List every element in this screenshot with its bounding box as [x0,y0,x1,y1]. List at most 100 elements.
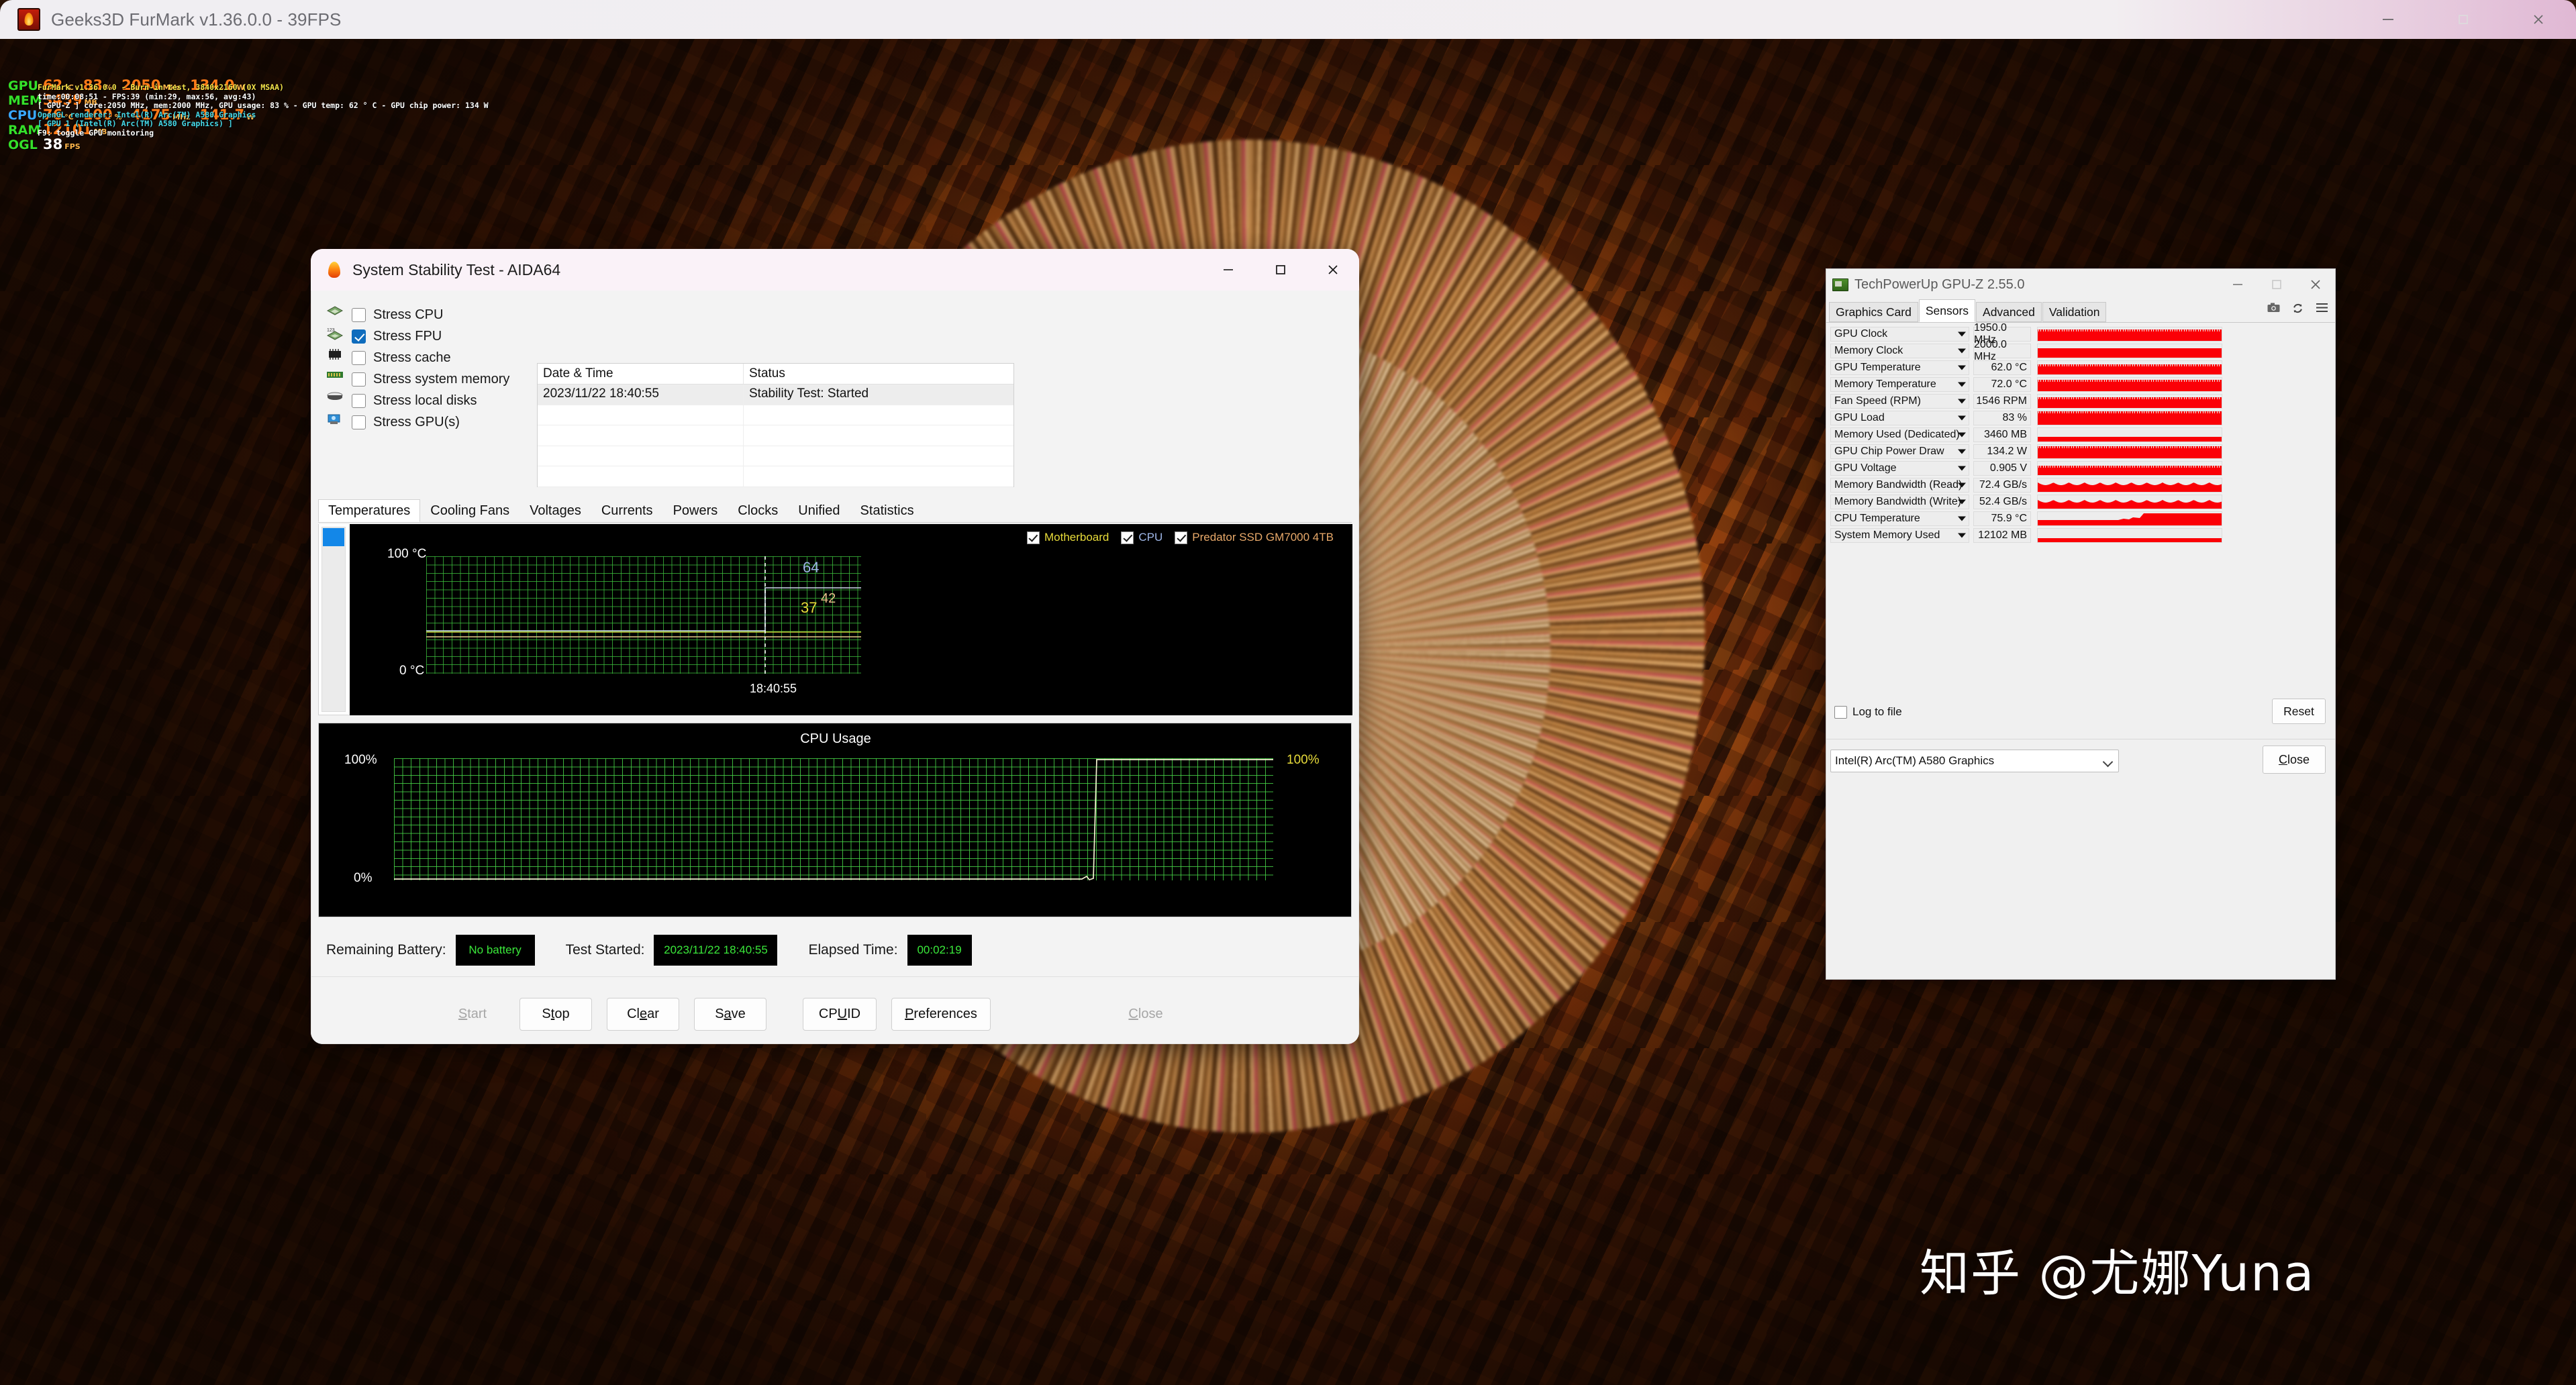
save-button[interactable]: Sa ve [694,997,766,1031]
sensor-name-dropdown[interactable]: Memory Bandwidth (Write) [1830,495,1969,509]
cpu-chip-icon [326,305,349,324]
cpuid-button[interactable]: CP U ID [803,997,877,1031]
minimize-icon[interactable] [1202,249,1254,291]
preferences-button[interactable]: Preferences [891,997,991,1031]
legend-item[interactable]: Predator SSD GM7000 4TB [1175,531,1334,544]
hamburger-menu-icon[interactable] [2316,303,2328,317]
sensor-name-dropdown[interactable]: GPU Temperature [1830,360,1969,375]
sensor-name-dropdown[interactable]: GPU Clock [1830,327,1969,342]
table-row-empty [538,466,1013,487]
tab-powers[interactable]: Powers [662,499,728,522]
stress-option-stress-gpu-s[interactable]: Stress GPU(s) [326,411,541,433]
stress-option-stress-system-memory[interactable]: Stress system memory [326,368,541,390]
clear-button[interactable]: Cl e ar [607,997,679,1031]
tab-advanced[interactable]: Advanced [1976,302,2042,322]
stress-option-checkbox[interactable] [352,393,366,408]
log-table-header: Date & Time Status [538,364,1013,384]
camera-icon[interactable] [2267,303,2280,317]
stress-option-stress-fpu[interactable]: 123 Stress FPU [326,325,541,347]
tab-temperatures[interactable]: Temperatures [318,499,421,522]
tab-graphics-card[interactable]: Graphics Card [1829,302,1918,322]
sensor-name-dropdown[interactable]: Memory Used (Dedicated) [1830,427,1969,442]
tab-statistics[interactable]: Statistics [850,499,924,522]
log-cell-empty [744,466,1013,486]
log-cell-empty [538,405,744,425]
close-icon[interactable] [1307,249,1359,291]
stress-option-checkbox[interactable] [352,415,366,429]
tab-sensors[interactable]: Sensors [1918,299,1976,322]
cache-chip-icon [326,348,349,367]
maximize-icon[interactable] [1254,249,1307,291]
sensor-name-dropdown[interactable]: CPU Temperature [1830,511,1969,526]
sensor-row: GPU Clock 1950.0 MHz [1830,322,2332,346]
legend-item[interactable]: Motherboard [1026,531,1109,544]
sensor-name-dropdown[interactable]: Memory Bandwidth (Read) [1830,478,1969,493]
close-button[interactable]: Close [2263,746,2326,774]
sensor-name-dropdown[interactable]: GPU Voltage [1830,461,1969,476]
log-cell-empty [538,425,744,446]
reset-button[interactable]: Reset [2272,699,2326,724]
sensor-graph [2037,394,2222,409]
sensor-value: 62.0 °C [1973,360,2031,375]
scrollbar-thumb[interactable] [323,528,344,546]
stress-option-stress-cache[interactable]: Stress cache [326,347,541,368]
gpuz-toolbar-icons [2267,303,2328,317]
legend-checkbox[interactable] [1175,531,1188,544]
stress-option-stress-local-disks[interactable]: Stress local disks [326,390,541,411]
sensor-name-label: System Memory Used [1834,529,1940,541]
table-row[interactable]: 2023/11/22 18:40:55 Stability Test: Start… [538,384,1013,405]
chevron-down-icon [1958,331,1966,337]
tab-voltages[interactable]: Voltages [519,499,591,522]
maximize-icon[interactable] [2426,0,2501,39]
legend-checkbox[interactable] [1026,531,1040,544]
refresh-icon[interactable] [2292,303,2303,317]
sensor-name-label: GPU Clock [1834,328,1888,340]
temperature-chart: Motherboard CPU Predator SSD GM7000 4TB 10… [350,524,1352,715]
close-icon[interactable] [2296,269,2335,300]
sensor-name-dropdown[interactable]: System Memory Used [1830,528,1969,543]
gpu-card-icon [326,413,349,431]
furmark-hud-row: OGL 38 FPS [8,137,264,152]
test-started-label: Test Started: [565,942,645,958]
stop-button[interactable]: St op [519,997,592,1031]
aida64-tab-strip: Temperatures Cooling Fans Voltages Currents… [318,499,1352,523]
chevron-down-icon [1958,432,1966,438]
aida64-body: Stress CPU 123 Stress FPU Stress cache Stres… [311,291,1359,1044]
sensor-row: GPU Chip Power Draw 134.2 W [1830,444,2332,459]
legend-checkbox[interactable] [1121,531,1134,544]
tab-validation[interactable]: Validation [2042,302,2107,322]
tab-cooling-fans[interactable]: Cooling Fans [420,499,520,522]
stress-option-checkbox[interactable] [352,372,366,387]
stress-option-checkbox[interactable] [352,350,366,365]
sensor-name-dropdown[interactable]: GPU Load [1830,411,1969,425]
minimize-icon[interactable] [2350,0,2426,39]
aida64-divider [311,976,1359,977]
furmark-osd-line: [ GPU 1 (Intel(R) Arc(TM) A580 Graphics)… [38,119,233,128]
gpu-device-select[interactable]: Intel(R) Arc(TM) A580 Graphics [1830,750,2119,772]
cpu-current-value: 100% [1287,753,1320,767]
log-column-status: Status [749,366,785,380]
legend-item[interactable]: CPU [1121,531,1162,544]
chevron-down-icon [1958,382,1966,387]
minimize-icon[interactable] [2218,269,2257,300]
sensor-row: GPU Temperature 62.0 °C [1830,360,2332,375]
stress-option-checkbox[interactable] [352,329,366,344]
chevron-down-icon [1958,466,1966,471]
sensor-name-dropdown[interactable]: Memory Temperature [1830,377,1969,392]
tab-clocks[interactable]: Clocks [728,499,789,522]
tab-currents[interactable]: Currents [591,499,663,522]
sensor-value: 12102 MB [1973,528,2031,543]
maximize-icon[interactable] [2257,269,2296,300]
tab-unified[interactable]: Unified [788,499,850,522]
stress-option-stress-cpu[interactable]: Stress CPU [326,304,541,325]
sensor-name-dropdown[interactable]: Memory Clock [1830,344,1969,358]
log-to-file-row[interactable]: Log to file [1834,705,1902,719]
sensor-name-dropdown[interactable]: Fan Speed (RPM) [1830,394,1969,409]
temperatures-scrollbar[interactable] [321,527,346,712]
log-to-file-checkbox[interactable] [1834,705,1847,719]
sensor-value: 1546 RPM [1973,394,2031,409]
sensor-value: 52.4 GB/s [1973,495,2031,509]
stress-option-checkbox[interactable] [352,307,366,322]
close-icon[interactable] [2501,0,2576,39]
sensor-name-dropdown[interactable]: GPU Chip Power Draw [1830,444,1969,459]
